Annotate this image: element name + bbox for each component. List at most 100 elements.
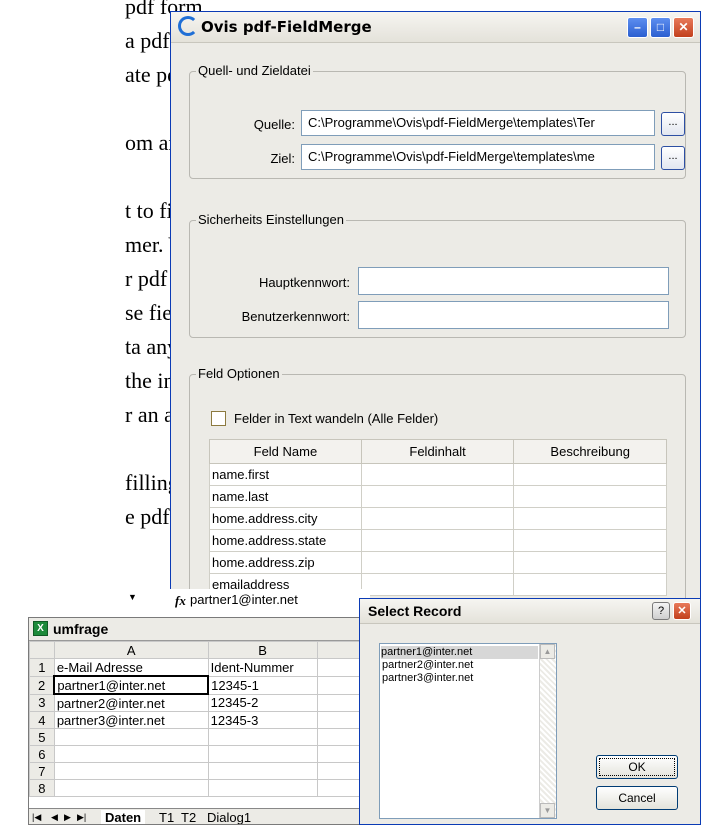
table-row: 8 <box>29 779 369 797</box>
target-field[interactable]: C:\Programme\Ovis\pdf-FieldMerge\templat… <box>301 144 655 170</box>
table-row[interactable]: name.last <box>209 485 667 508</box>
column-header-beschreibung[interactable]: Beschreibung <box>513 439 667 464</box>
sheet-tab-daten[interactable]: Daten <box>101 810 146 824</box>
cell-a[interactable] <box>53 779 209 797</box>
row-header[interactable]: 6 <box>29 745 55 763</box>
field-name-cell[interactable]: home.address.state <box>209 529 362 552</box>
scroll-down-icon[interactable]: ▼ <box>540 803 555 818</box>
cell-a[interactable] <box>53 728 209 746</box>
security-group: Sicherheits Einstellungen Hauptkennwort:… <box>189 212 686 338</box>
column-header-feld-name[interactable]: Feld Name <box>209 439 362 464</box>
name-box-dropdown-icon[interactable]: ▼ <box>128 592 137 602</box>
sheet-nav-last-icon[interactable]: ▶| <box>77 812 86 823</box>
sheet-nav-next-icon[interactable]: ▶ <box>64 812 71 823</box>
close-button[interactable]: ✕ <box>673 17 694 38</box>
select-all-corner[interactable] <box>29 641 55 659</box>
field-name-cell[interactable]: name.first <box>209 463 362 486</box>
record-listbox[interactable]: partner1@inter.net partner2@inter.net pa… <box>379 643 557 819</box>
cell-b[interactable] <box>207 728 318 746</box>
cell-b[interactable]: 12345-2 <box>207 693 318 712</box>
table-row[interactable]: home.address.zip <box>209 551 667 574</box>
convert-fields-checkbox[interactable] <box>211 411 226 426</box>
source-browse-button[interactable]: ... <box>661 112 685 136</box>
excel-title-bar[interactable]: X umfrage <box>29 618 369 641</box>
scroll-up-icon[interactable]: ▲ <box>540 644 555 659</box>
table-row: 5 <box>29 728 369 746</box>
cell-a[interactable]: partner3@inter.net <box>53 711 209 729</box>
row-header[interactable]: 7 <box>29 762 55 780</box>
list-item[interactable]: partner3@inter.net <box>382 672 473 685</box>
target-browse-button[interactable]: ... <box>661 146 685 170</box>
cell-b[interactable]: 12345-1 <box>207 675 318 695</box>
list-item[interactable]: partner1@inter.net <box>381 646 538 659</box>
ovis-logo-icon <box>178 16 198 36</box>
row-header[interactable]: 5 <box>29 728 55 746</box>
table-row[interactable]: name.first <box>209 463 667 486</box>
field-content-cell[interactable] <box>360 551 515 574</box>
cell-a[interactable]: e-Mail Adresse <box>53 658 209 677</box>
table-row: 4 partner3@inter.net 12345-3 <box>29 711 369 729</box>
minimize-button[interactable]: – <box>627 17 648 38</box>
user-password-field[interactable] <box>358 301 669 329</box>
field-content-cell[interactable] <box>360 573 515 596</box>
maximize-button[interactable]: □ <box>650 17 671 38</box>
list-item[interactable]: partner2@inter.net <box>382 659 473 672</box>
sheet-nav-first-icon[interactable]: |◀ <box>32 812 41 823</box>
cell-b[interactable]: Ident-Nummer <box>207 658 318 677</box>
field-name-cell[interactable]: home.address.zip <box>209 551 362 574</box>
master-password-field[interactable] <box>358 267 669 295</box>
sheet-tab-t2[interactable]: T2 <box>181 810 196 824</box>
field-name-cell[interactable]: name.last <box>209 485 362 508</box>
dialog-title-bar[interactable]: Select Record ? ✕ <box>360 599 700 624</box>
formula-value[interactable]: partner1@inter.net <box>190 592 298 607</box>
field-description-cell[interactable] <box>513 485 667 508</box>
sheet-nav-prev-icon[interactable]: ◀ <box>51 812 58 823</box>
cell-b[interactable]: 12345-3 <box>207 711 318 729</box>
cell-a[interactable] <box>53 745 209 763</box>
dialog-close-button[interactable]: ✕ <box>673 602 691 620</box>
workbook-title: umfrage <box>53 621 109 637</box>
field-content-cell[interactable] <box>360 485 515 508</box>
field-description-cell[interactable] <box>513 529 667 552</box>
spreadsheet-grid: A B 1 e-Mail Adresse Ident-Nummer 2 partner… <box>29 641 369 797</box>
fx-icon: fx <box>175 593 186 608</box>
source-field[interactable]: C:\Programme\Ovis\pdf-FieldMerge\templat… <box>301 110 655 136</box>
fieldmerge-window: Ovis pdf-FieldMerge – □ ✕ Quell- und Zie… <box>170 11 701 614</box>
field-content-cell[interactable] <box>360 507 515 530</box>
field-description-cell[interactable] <box>513 573 667 596</box>
field-description-cell[interactable] <box>513 463 667 486</box>
column-header-a[interactable]: A <box>53 641 209 659</box>
cell-b[interactable] <box>207 779 318 797</box>
field-name-cell[interactable]: home.address.city <box>209 507 362 530</box>
target-label: Ziel: <box>270 151 295 166</box>
table-row[interactable]: home.address.state <box>209 529 667 552</box>
cell-b[interactable] <box>207 762 318 780</box>
row-header[interactable]: 2 <box>29 675 55 695</box>
table-row[interactable]: home.address.city <box>209 507 667 530</box>
row-header[interactable]: 4 <box>29 711 55 729</box>
cancel-button[interactable]: Cancel <box>596 786 678 810</box>
field-content-cell[interactable] <box>360 463 515 486</box>
field-description-cell[interactable] <box>513 551 667 574</box>
column-header-feldinhalt[interactable]: Feldinhalt <box>360 439 515 464</box>
column-header-b[interactable]: B <box>207 641 318 659</box>
sheet-tab-t1[interactable]: T1 <box>159 810 174 824</box>
title-bar[interactable]: Ovis pdf-FieldMerge – □ ✕ <box>171 12 700 43</box>
row-header[interactable]: 1 <box>29 658 55 677</box>
field-description-cell[interactable] <box>513 507 667 530</box>
group-legend: Sicherheits Einstellungen <box>196 212 346 227</box>
cell-b[interactable] <box>207 745 318 763</box>
help-button[interactable]: ? <box>652 602 670 620</box>
list-scrollbar[interactable]: ▲ ▼ <box>539 644 556 818</box>
active-cell[interactable]: partner1@inter.net <box>53 675 210 695</box>
field-content-cell[interactable] <box>360 529 515 552</box>
window-title: Ovis pdf-FieldMerge <box>201 18 372 36</box>
cell-a[interactable]: partner2@inter.net <box>53 693 209 712</box>
cell-a[interactable] <box>53 762 209 780</box>
ok-button[interactable]: OK <box>596 755 678 779</box>
row-header[interactable]: 3 <box>29 693 55 712</box>
sheet-tab-bar: |◀ ◀ ▶ ▶| Daten T1 T2 Dialog1 <box>29 808 369 824</box>
sheet-tab-dialog1[interactable]: Dialog1 <box>207 810 251 824</box>
row-header[interactable]: 8 <box>29 779 55 797</box>
select-record-dialog: Select Record ? ✕ partner1@inter.net par… <box>359 598 701 825</box>
